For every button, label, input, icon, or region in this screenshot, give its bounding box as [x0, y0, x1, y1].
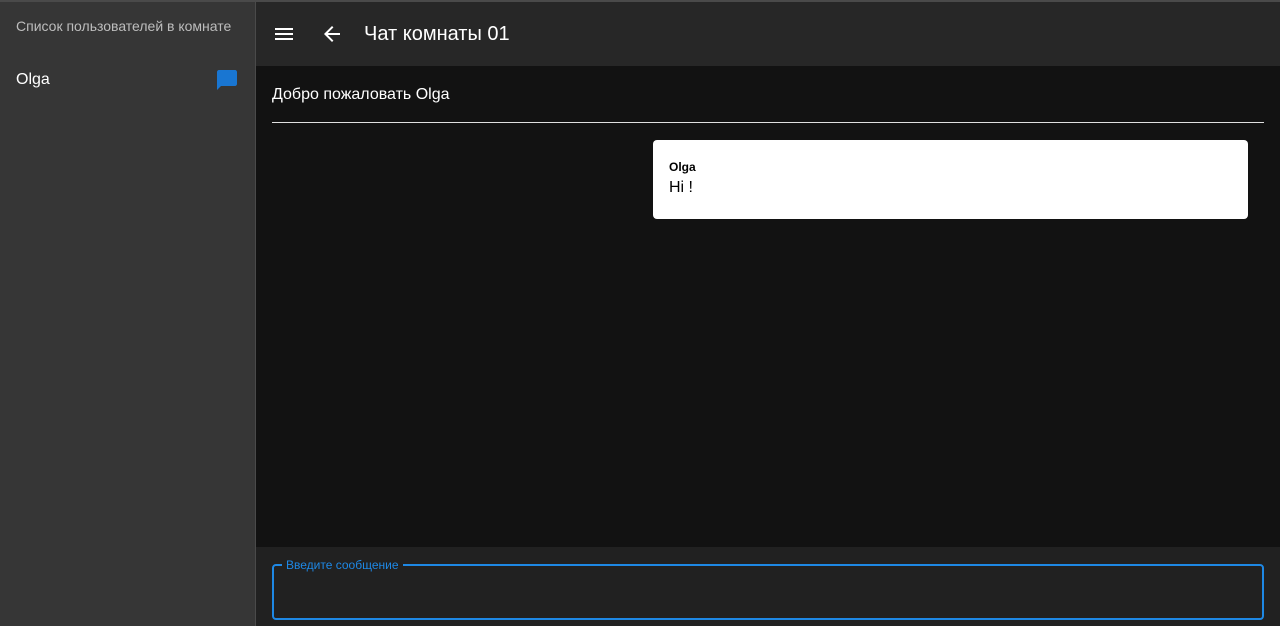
menu-icon [275, 28, 293, 40]
arrow-back-icon [324, 26, 340, 42]
message-composer: Введите сообщение [256, 547, 1280, 626]
message-author: Olga [669, 160, 696, 174]
chat-app: Список пользователей в комнате Olga Чат … [0, 0, 1280, 626]
room-title: Чат комнаты 01 [364, 22, 510, 45]
user-name: Olga [16, 71, 50, 88]
top-app-bar: Чат комнаты 01 [256, 2, 1280, 66]
users-sidebar: Список пользователей в комнате Olga [0, 2, 256, 626]
message-input[interactable] [286, 580, 1246, 604]
welcome-text: Добро пожаловать Olga [272, 86, 450, 103]
chat-main: Добро пожаловать Olga Olga Hi ! [256, 66, 1280, 547]
sidebar-title: Список пользователей в комнате [16, 18, 232, 34]
chat-bubble-icon[interactable] [215, 68, 239, 92]
menu-button[interactable] [264, 14, 304, 54]
message-card: Olga Hi ! [653, 140, 1248, 219]
message-field-label: Введите сообщение [282, 558, 403, 572]
back-button[interactable] [312, 14, 352, 54]
message-text: Hi ! [669, 179, 693, 196]
divider [272, 122, 1264, 123]
user-list-item-olga[interactable]: Olga [0, 60, 255, 100]
message-field[interactable]: Введите сообщение [272, 558, 1264, 620]
